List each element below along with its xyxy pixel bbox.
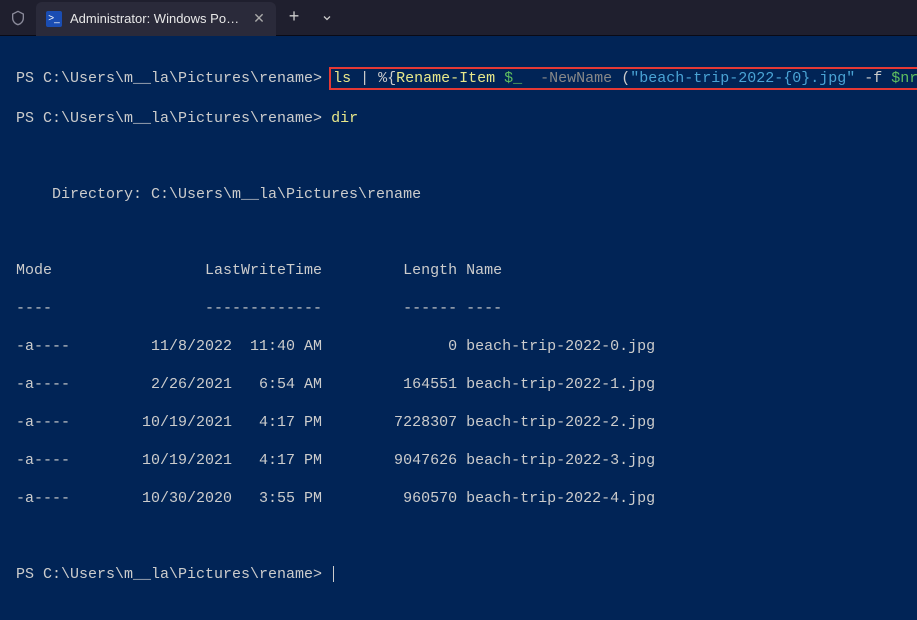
tab-title: Administrator: Windows Powe xyxy=(70,11,240,26)
file-row: -a---- 10/30/2020 3:55 PM 960570 beach-t… xyxy=(0,489,917,508)
command-text: dir xyxy=(331,110,358,127)
prompt: PS C:\Users\m__la\Pictures\rename> xyxy=(16,566,331,583)
new-tab-button[interactable]: + xyxy=(276,0,312,36)
directory-header: Directory: C:\Users\m__la\Pictures\renam… xyxy=(0,185,917,204)
powershell-icon: >_ xyxy=(46,11,62,27)
file-row: -a---- 2/26/2021 6:54 AM 164551 beach-tr… xyxy=(0,375,917,394)
file-row: -a---- 10/19/2021 4:17 PM 9047626 beach-… xyxy=(0,451,917,470)
file-row: -a---- 10/19/2021 4:17 PM 7228307 beach-… xyxy=(0,413,917,432)
terminal-area[interactable]: PS C:\Users\m__la\Pictures\rename> ls | … xyxy=(0,36,917,620)
active-tab[interactable]: >_ Administrator: Windows Powe ✕ xyxy=(36,2,276,36)
close-tab-button[interactable]: ✕ xyxy=(250,10,268,27)
highlighted-command: ls | %{Rename-Item $_ -NewName ("beach-t… xyxy=(329,67,917,90)
shield-icon xyxy=(0,0,36,36)
column-divider: ---- ------------- ------ ---- xyxy=(0,299,917,318)
tab-dropdown-button[interactable] xyxy=(312,0,342,36)
prompt: PS C:\Users\m__la\Pictures\rename> xyxy=(16,70,331,87)
cursor xyxy=(333,566,334,582)
column-header: Mode LastWriteTime Length Name xyxy=(0,261,917,280)
titlebar: >_ Administrator: Windows Powe ✕ + xyxy=(0,0,917,36)
prompt: PS C:\Users\m__la\Pictures\rename> xyxy=(16,110,331,127)
file-row: -a---- 11/8/2022 11:40 AM 0 beach-trip-2… xyxy=(0,337,917,356)
